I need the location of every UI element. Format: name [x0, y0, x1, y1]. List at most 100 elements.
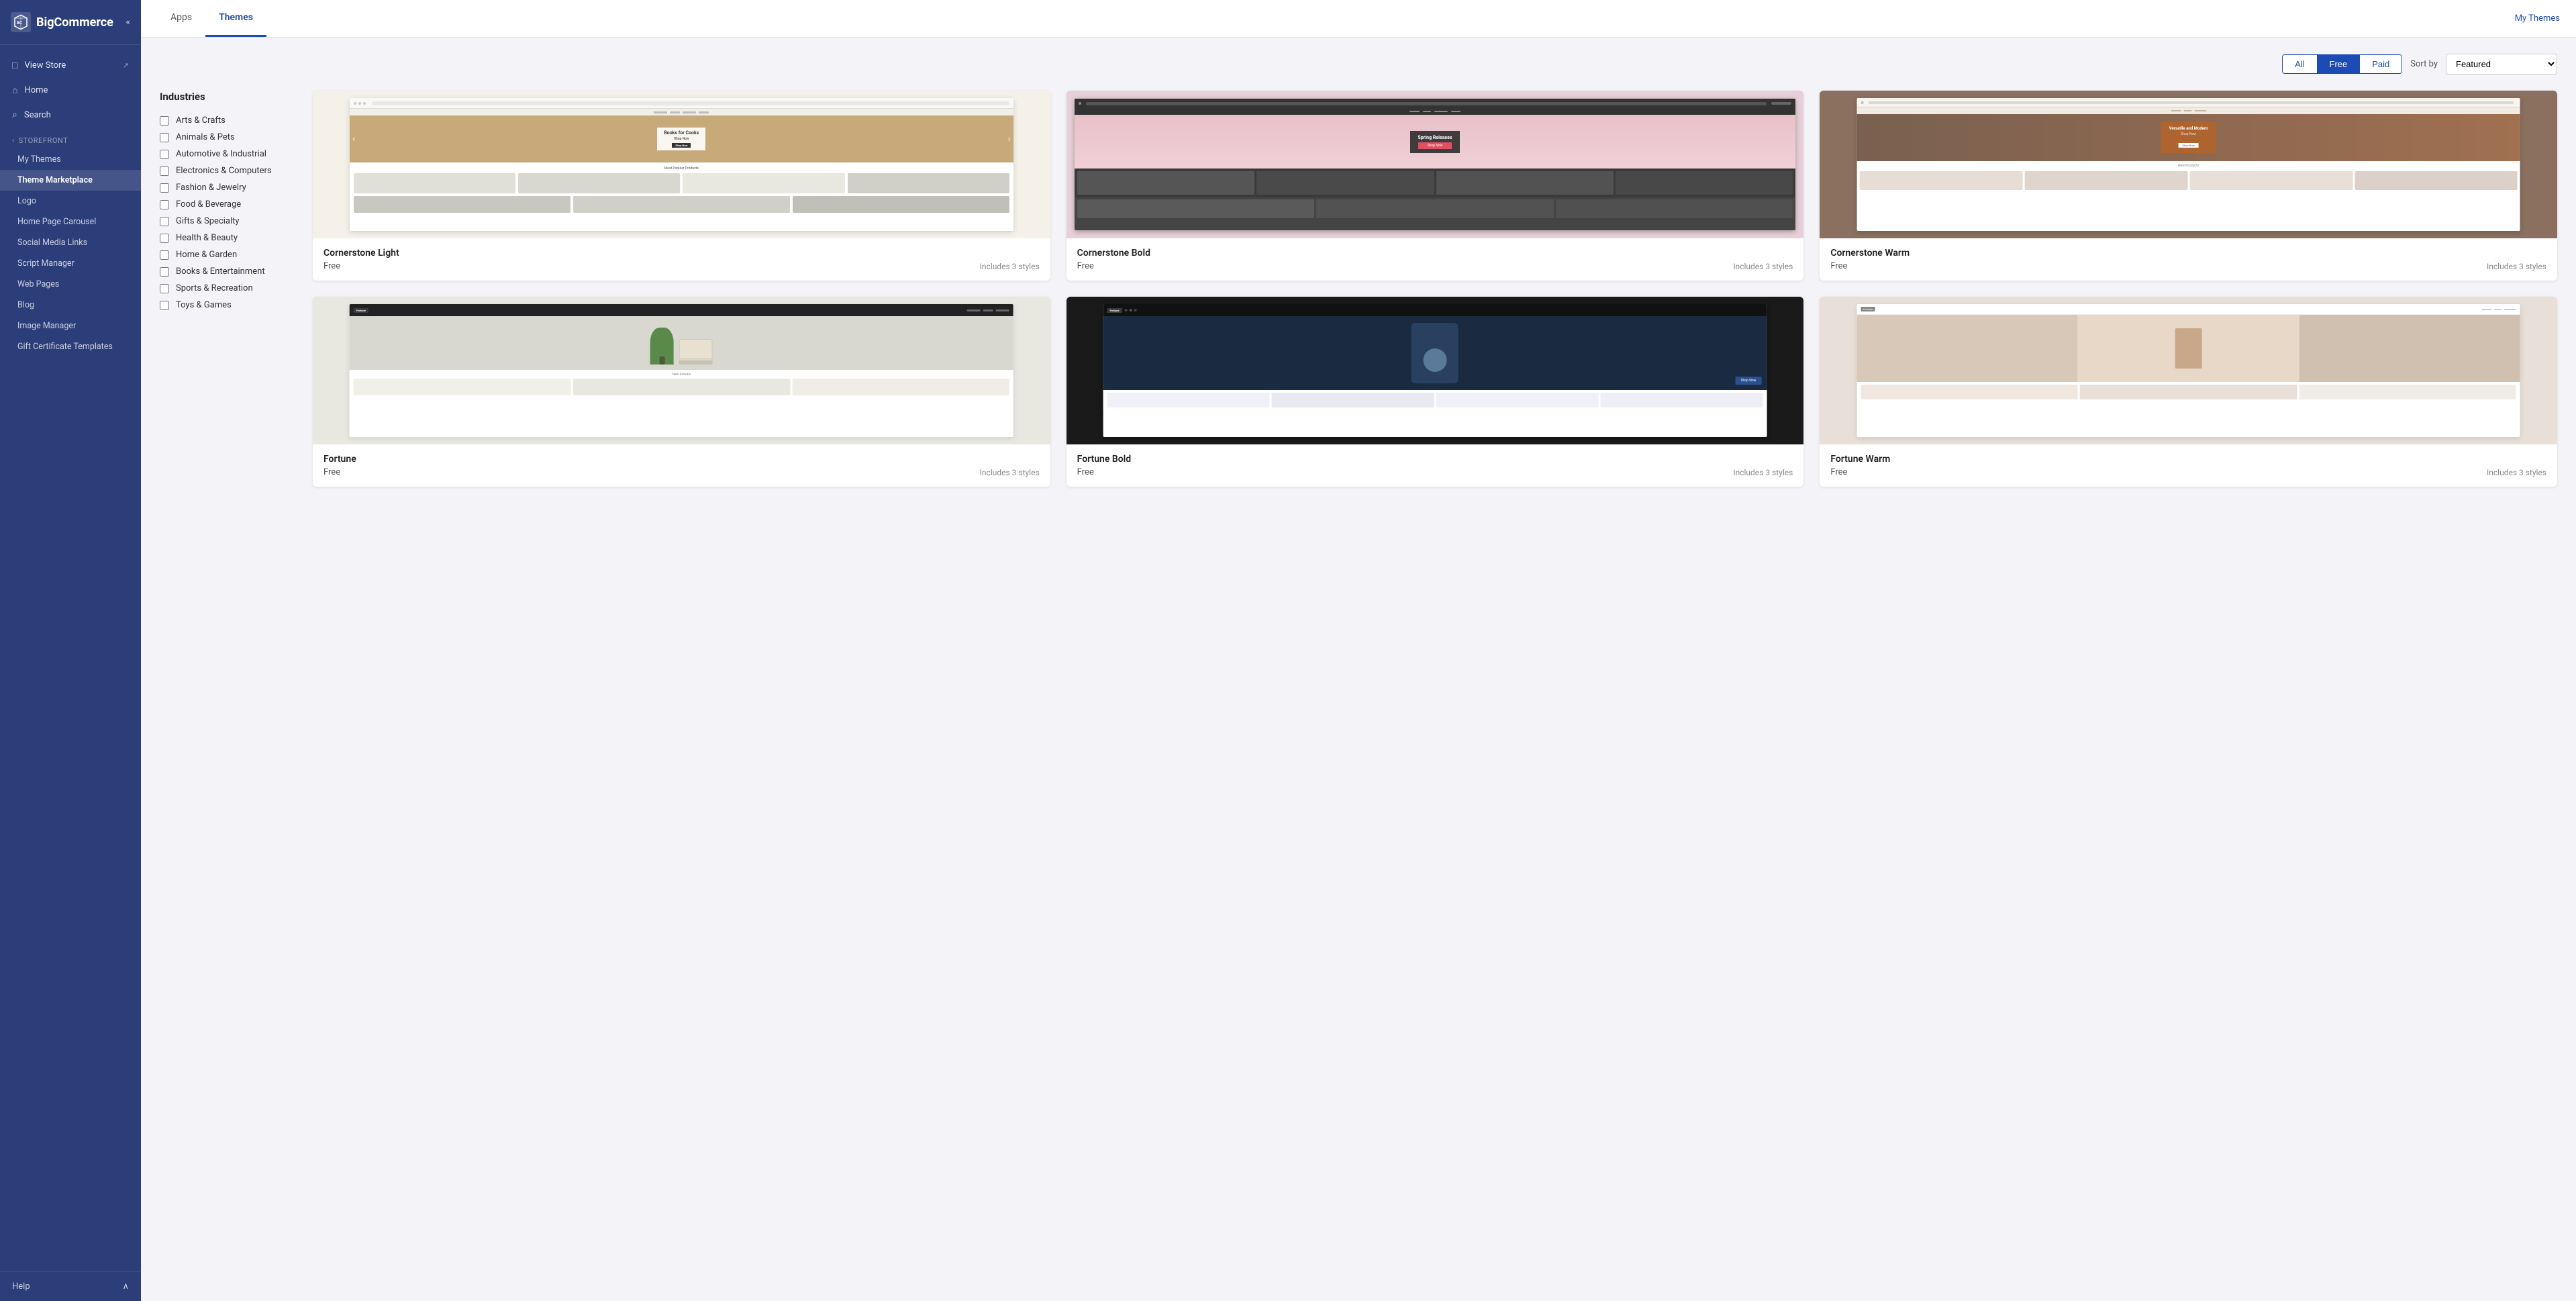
industry-home-checkbox[interactable] — [160, 250, 169, 260]
sidebar-item-my-themes[interactable]: My Themes — [0, 149, 141, 170]
fortune-plant — [650, 328, 674, 365]
industry-automotive-industrial[interactable]: Automotive & Industrial — [160, 146, 294, 162]
sidebar-item-blog[interactable]: Blog — [0, 295, 141, 316]
warm-hero-sub: Shop Now — [2169, 132, 2208, 136]
theme-card-cornerstone-bold[interactable]: Spring Releases Shop Now — [1067, 91, 1804, 281]
industry-sports-recreation[interactable]: Sports & Recreation — [160, 280, 294, 297]
industry-animals-pets[interactable]: Animals & Pets — [160, 129, 294, 146]
sidebar: BC BigCommerce « □ View Store ↗ ⌂ Home ⌕… — [0, 0, 141, 1301]
industry-arts-crafts-checkbox[interactable] — [160, 116, 169, 126]
dot — [1134, 309, 1137, 311]
preview-dot — [354, 102, 356, 105]
bold-products — [1075, 168, 1796, 197]
theme-info: Cornerstone Light Free Includes 3 styles — [313, 238, 1050, 281]
sidebar-item-theme-marketplace[interactable]: Theme Marketplace — [0, 170, 141, 191]
theme-name: Cornerstone Bold — [1077, 248, 1793, 258]
industry-food-checkbox[interactable] — [160, 200, 169, 209]
industry-gifts-label: Gifts & Specialty — [176, 216, 240, 226]
fortune-furniture — [679, 339, 713, 365]
fortune-warm-topbar: Fortune — [1856, 304, 2520, 315]
industry-gifts-checkbox[interactable] — [160, 217, 169, 226]
script-manager-label: Script Manager — [17, 258, 75, 269]
filter-all-button[interactable]: All — [2283, 55, 2317, 73]
industry-fashion-checkbox[interactable] — [160, 183, 169, 193]
sort-select[interactable]: Featured Newest Name A-Z Price: Low to H… — [2446, 54, 2557, 75]
industry-animals-pets-checkbox[interactable] — [160, 133, 169, 142]
industry-books-entertainment[interactable]: Books & Entertainment — [160, 263, 294, 280]
industry-health-checkbox[interactable] — [160, 234, 169, 243]
industry-food-beverage[interactable]: Food & Beverage — [160, 196, 294, 213]
tab-apps[interactable]: Apps — [157, 0, 205, 37]
image-manager-label: Image Manager — [17, 321, 76, 331]
fortune-warm-logo: Fortune — [1861, 307, 1875, 311]
sidebar-item-web-pages[interactable]: Web Pages — [0, 274, 141, 295]
industry-health-beauty[interactable]: Health & Beauty — [160, 230, 294, 246]
product-item — [1077, 199, 1315, 218]
industry-toys-checkbox[interactable] — [160, 301, 169, 310]
plant-stem — [659, 356, 664, 365]
nav-item — [983, 309, 993, 311]
filter-buttons: All Free Paid — [2282, 54, 2402, 74]
industry-sports-label: Sports & Recreation — [176, 283, 253, 293]
theme-card-cornerstone-light[interactable]: ‹ Books for Cooks Shop Now Shop Now › Mo… — [313, 91, 1050, 281]
filter-free-button[interactable]: Free — [2318, 55, 2361, 73]
industry-electronics-checkbox[interactable] — [160, 166, 169, 176]
preview-dot — [358, 102, 361, 105]
industry-toys-games[interactable]: Toys & Games — [160, 297, 294, 314]
industry-automotive-checkbox[interactable] — [160, 150, 169, 159]
sidebar-item-view-store[interactable]: □ View Store ↗ — [0, 53, 141, 78]
filter-paid-button[interactable]: Paid — [2360, 55, 2401, 73]
warm-hero-box: Versatile and Modern Shop Now Shop Now — [2161, 122, 2216, 153]
sidebar-item-gift-certificate-templates[interactable]: Gift Certificate Templates — [0, 336, 141, 357]
nav-item — [2183, 110, 2191, 111]
sidebar-item-logo[interactable]: Logo — [0, 191, 141, 211]
sidebar-item-search[interactable]: ⌕ Search — [0, 103, 141, 127]
theme-styles: Includes 3 styles — [980, 468, 1040, 477]
home-page-carousel-label: Home Page Carousel — [17, 217, 96, 227]
industry-fashion-jewelry[interactable]: Fashion & Jewelry — [160, 179, 294, 196]
sidebar-item-social-media-links[interactable]: Social Media Links — [0, 232, 141, 253]
product-item — [1436, 393, 1598, 407]
top-bar: Apps Themes My Themes — [141, 0, 2576, 38]
fortune-bold-hero: Shop Now — [1103, 316, 1767, 390]
tab-themes[interactable]: Themes — [205, 0, 266, 37]
industry-home-garden[interactable]: Home & Garden — [160, 246, 294, 263]
industry-electronics-computers[interactable]: Electronics & Computers — [160, 162, 294, 179]
my-themes-link[interactable]: My Themes — [2515, 13, 2560, 23]
dot — [1125, 309, 1128, 311]
fortune-warm-product-row — [1861, 385, 2516, 399]
theme-card-fortune-light[interactable]: Fortune — [313, 297, 1050, 487]
theme-card-fortune-bold[interactable]: Fortune Sh — [1067, 297, 1804, 487]
theme-info: Fortune Free Includes 3 styles — [313, 444, 1050, 487]
nav-item — [2504, 309, 2516, 310]
industry-toys-label: Toys & Games — [176, 300, 232, 310]
sidebar-collapse-button[interactable]: « — [126, 17, 130, 28]
industry-arts-crafts[interactable]: Arts & Crafts — [160, 112, 294, 129]
preview-inner: ‹ Books for Cooks Shop Now Shop Now › Mo… — [350, 98, 1013, 231]
preview-nav-item — [683, 111, 696, 113]
sidebar-item-script-manager[interactable]: Script Manager — [0, 253, 141, 274]
theme-styles: Includes 3 styles — [2487, 262, 2546, 271]
industry-sports-checkbox[interactable] — [160, 284, 169, 293]
sidebar-item-image-manager[interactable]: Image Manager — [0, 316, 141, 336]
topbar-bar — [1868, 101, 2514, 104]
fortune-bold-products — [1103, 390, 1767, 410]
sofa-base — [679, 360, 713, 365]
theme-info: Fortune Warm Free Includes 3 styles — [1820, 444, 2557, 487]
preview-nav-item — [670, 111, 680, 113]
gift-certificate-label: Gift Certificate Templates — [17, 342, 113, 352]
industry-books-checkbox[interactable] — [160, 267, 169, 277]
theme-card-cornerstone-warm[interactable]: Versatile and Modern Shop Now Shop Now N… — [1820, 91, 2557, 281]
theme-card-fortune-warm[interactable]: Fortune — [1820, 297, 2557, 487]
theme-preview-fortune-light: Fortune — [313, 297, 1050, 444]
theme-preview-cornerstone-warm: Versatile and Modern Shop Now Shop Now N… — [1820, 91, 2557, 238]
nav-item — [2494, 309, 2502, 310]
product-item — [1861, 385, 2078, 399]
fortune-section-title: New Arrivals — [354, 373, 1009, 377]
help-label: Help — [12, 1282, 30, 1292]
product-item — [1616, 171, 1793, 195]
sidebar-item-home-page-carousel[interactable]: Home Page Carousel — [0, 211, 141, 232]
industry-gifts-specialty[interactable]: Gifts & Specialty — [160, 213, 294, 230]
sidebar-item-home[interactable]: ⌂ Home — [0, 78, 141, 103]
sidebar-help[interactable]: Help ∧ — [0, 1271, 141, 1301]
